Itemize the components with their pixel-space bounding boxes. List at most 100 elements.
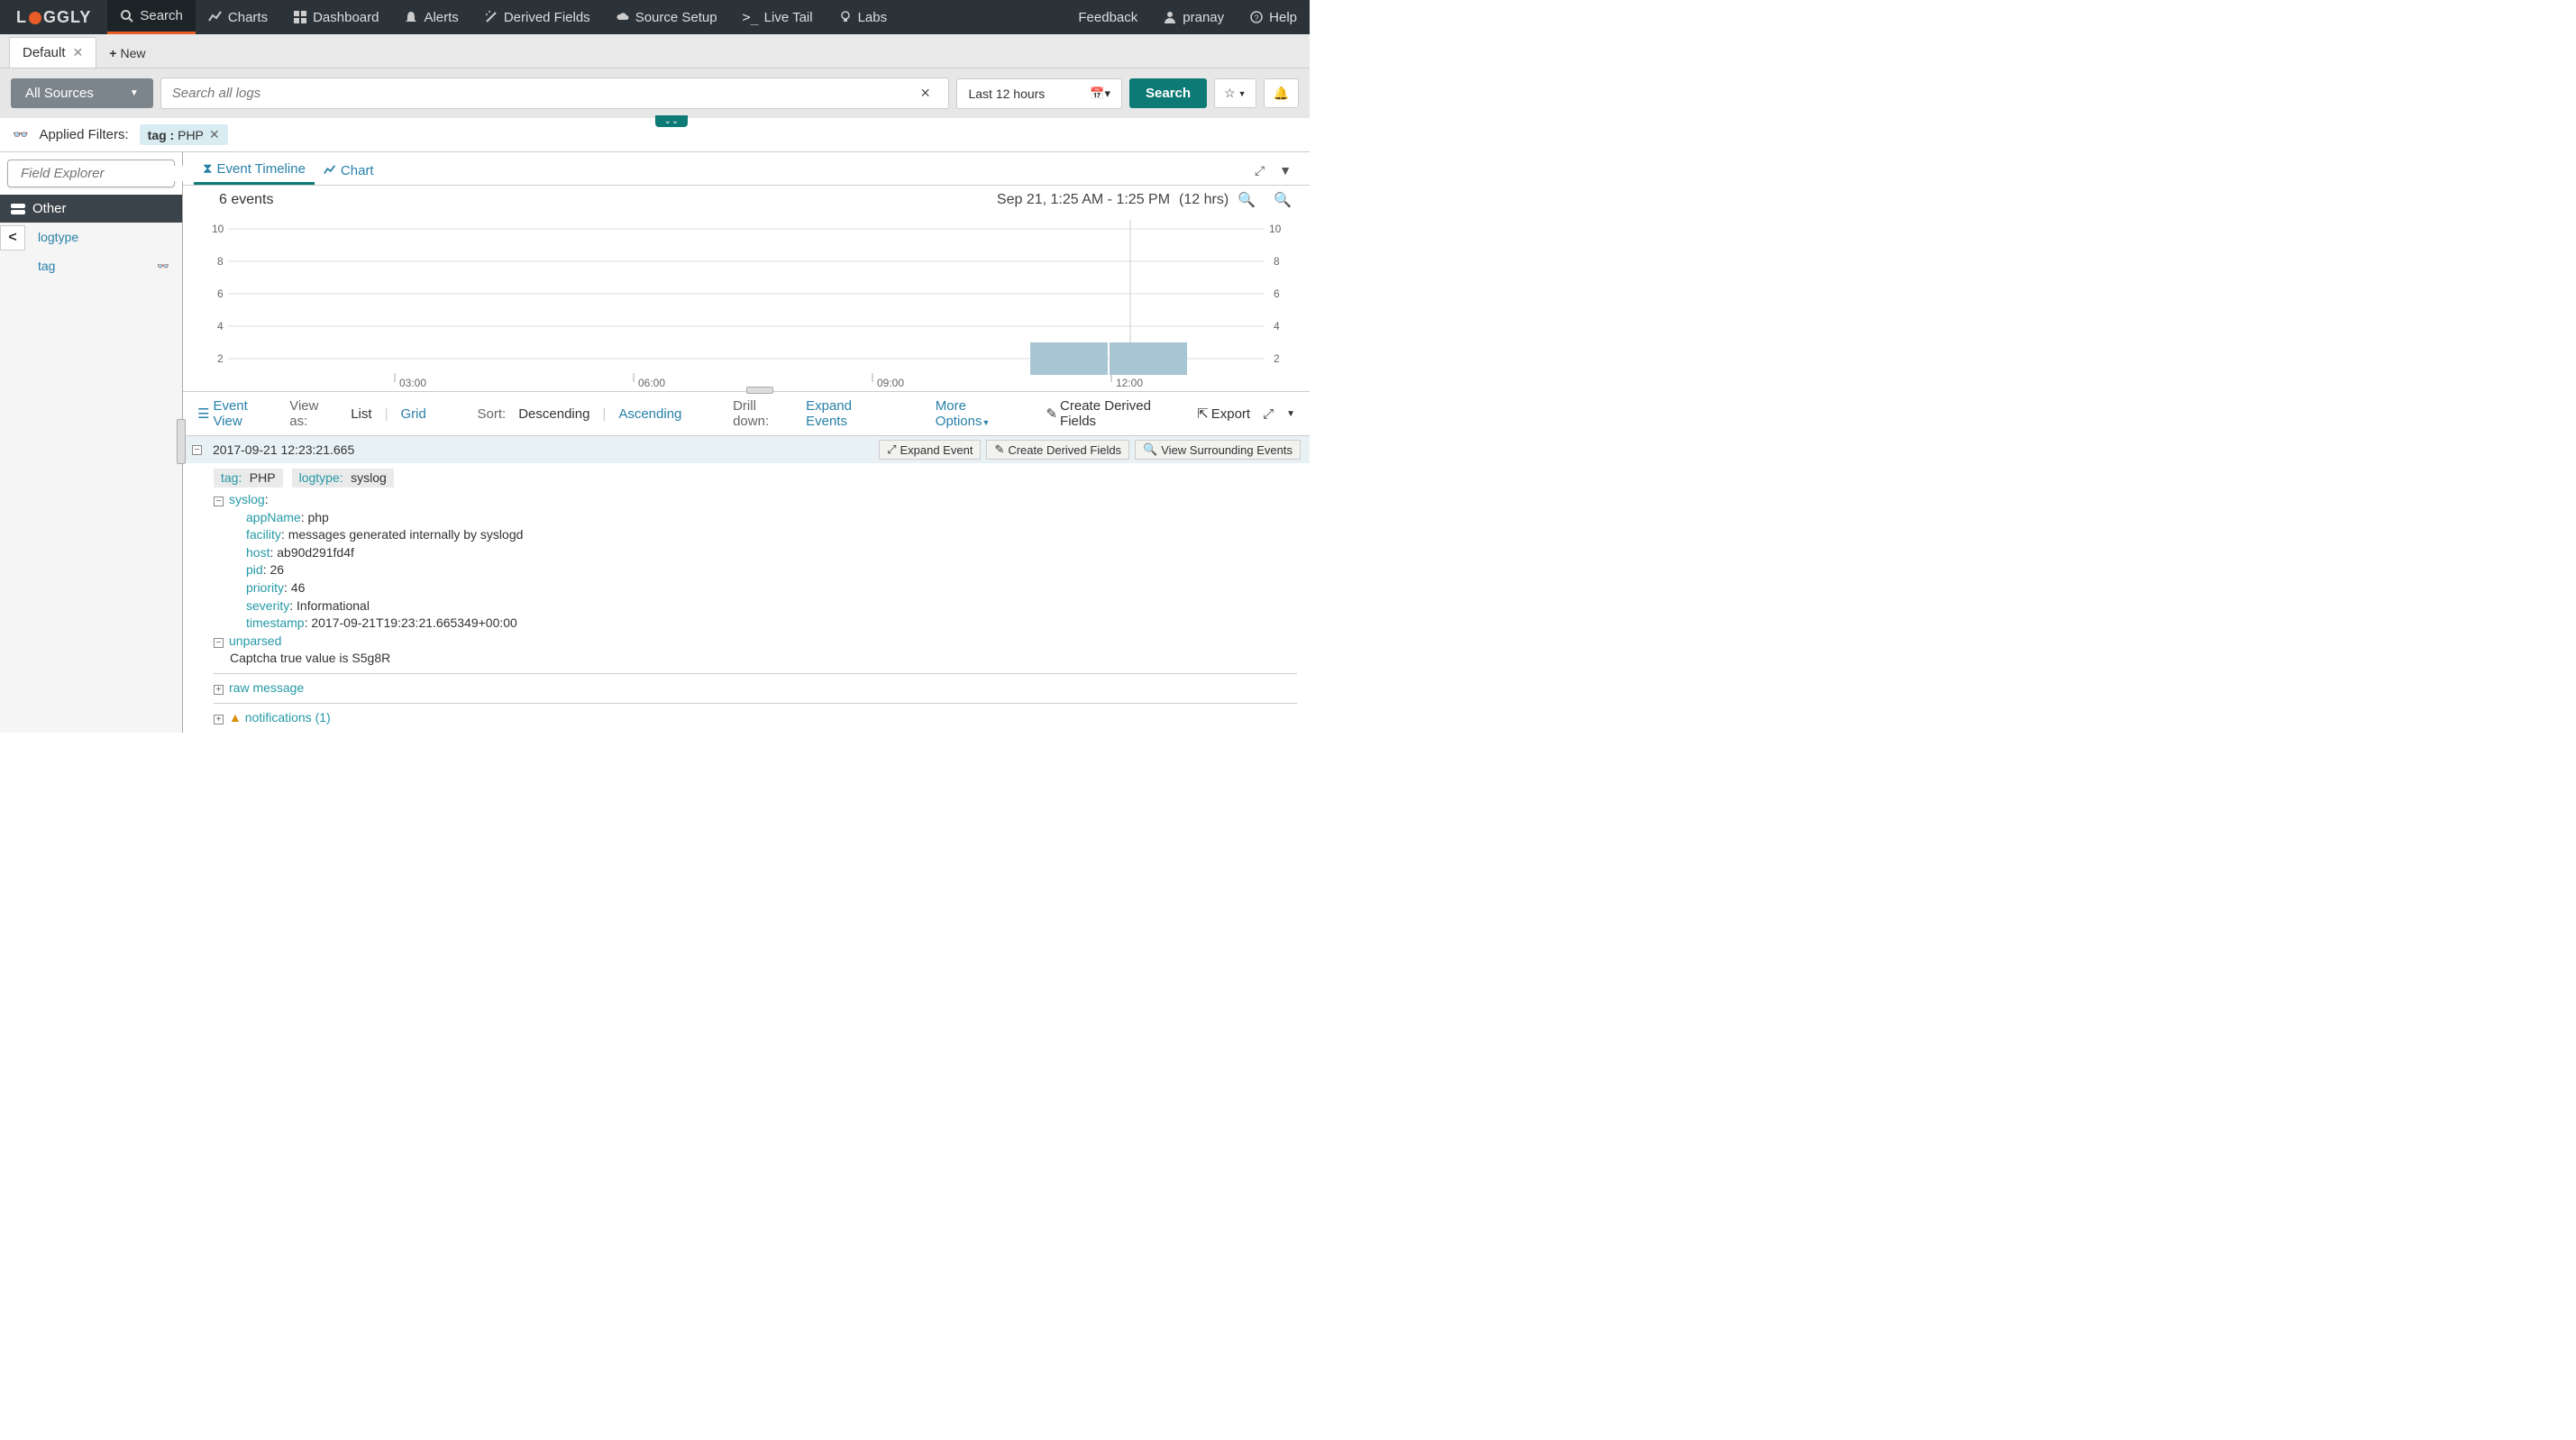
nav-livetail[interactable]: >_ Live Tail bbox=[730, 0, 826, 34]
tab-event-timeline[interactable]: ⧗ Event Timeline bbox=[194, 156, 315, 185]
create-derived-button[interactable]: ✎Create Derived Fields bbox=[986, 440, 1129, 460]
json-key[interactable]: appName bbox=[246, 510, 301, 524]
chevron-down-icon[interactable]: ▼ bbox=[1272, 159, 1299, 181]
json-key[interactable]: priority bbox=[246, 580, 284, 595]
clear-icon[interactable]: ✕ bbox=[913, 86, 938, 101]
event-count: 6 events bbox=[219, 192, 273, 208]
json-key[interactable]: timestamp bbox=[246, 615, 305, 630]
create-derived-fields[interactable]: ✎Create Derived Fields bbox=[1046, 398, 1184, 429]
tag-pill[interactable]: tag: PHP bbox=[214, 469, 283, 488]
search-box: ✕ bbox=[160, 77, 950, 109]
zoom-out-icon[interactable]: 🔍 bbox=[1238, 191, 1256, 209]
json-key[interactable]: unparsed bbox=[229, 633, 281, 648]
json-key[interactable]: facility bbox=[246, 527, 281, 542]
expand-icon[interactable]: + bbox=[214, 715, 224, 725]
json-key[interactable]: pid bbox=[246, 562, 263, 577]
tab-chart[interactable]: Chart bbox=[315, 158, 383, 184]
event-view-link[interactable]: ☰Event View bbox=[197, 398, 277, 429]
export-icon: ⇱ bbox=[1197, 406, 1209, 422]
json-value: ab90d291fd4f bbox=[277, 545, 354, 560]
svg-text:10: 10 bbox=[212, 223, 224, 235]
json-key[interactable]: syslog bbox=[229, 492, 265, 506]
raw-message-link[interactable]: raw message bbox=[229, 680, 304, 695]
bulb-icon bbox=[838, 10, 853, 24]
nav-derived[interactable]: Derived Fields bbox=[471, 0, 603, 34]
expand-events[interactable]: Expand Events bbox=[806, 398, 893, 429]
zoom-in-icon[interactable]: 🔍 bbox=[1274, 191, 1292, 209]
nav-label: Feedback bbox=[1078, 10, 1137, 25]
expand-event-button[interactable]: ⤢Expand Event bbox=[879, 440, 981, 460]
nav-alerts[interactable]: Alerts bbox=[391, 0, 470, 34]
resize-handle[interactable] bbox=[177, 419, 186, 464]
svg-text:06:00: 06:00 bbox=[638, 377, 665, 389]
expand-icon[interactable]: + bbox=[214, 685, 224, 695]
logtype-pill[interactable]: logtype: syslog bbox=[292, 469, 394, 488]
collapse-icon[interactable]: − bbox=[214, 638, 224, 648]
tab-label: Default bbox=[23, 45, 66, 60]
tab-default[interactable]: Default ✕ bbox=[9, 37, 96, 68]
nav-label: Help bbox=[1269, 10, 1297, 25]
view-grid[interactable]: Grid bbox=[400, 406, 425, 422]
new-tab-button[interactable]: + New bbox=[96, 39, 158, 68]
timeline-chart[interactable]: 1010 88 66 44 22 03:00 06:00 09:00 12:00 bbox=[183, 211, 1310, 391]
glasses-icon: 👓 bbox=[157, 260, 169, 272]
search-button[interactable]: Search bbox=[1129, 78, 1207, 108]
more-options[interactable]: More Options▼ bbox=[936, 398, 1021, 429]
resize-handle[interactable] bbox=[746, 387, 773, 394]
nav-help[interactable]: ? Help bbox=[1237, 0, 1310, 34]
other-header[interactable]: Other bbox=[0, 195, 182, 223]
cloud-icon bbox=[616, 10, 630, 24]
event-item: − 2017-09-21 12:23:21.665 ⤢Expand Event … bbox=[183, 436, 1310, 733]
search-input[interactable] bbox=[172, 86, 913, 101]
logo[interactable]: LGGLY bbox=[0, 0, 107, 34]
sort-desc[interactable]: Descending bbox=[518, 406, 589, 422]
tabs-row: Default ✕ + New bbox=[0, 34, 1310, 68]
json-value: 46 bbox=[291, 580, 306, 595]
view-list[interactable]: List bbox=[351, 406, 371, 422]
sidebar-item-tag[interactable]: tag 👓 bbox=[0, 251, 182, 280]
favorite-button[interactable]: ☆▼ bbox=[1214, 78, 1256, 108]
collapse-sidebar-button[interactable]: < bbox=[0, 225, 25, 251]
event-timestamp: 2017-09-21 12:23:21.665 bbox=[213, 442, 354, 457]
expand-icon[interactable]: ⤢ bbox=[1247, 159, 1272, 182]
chevron-down-icon[interactable]: ▼ bbox=[1286, 409, 1295, 419]
collapse-icon[interactable]: − bbox=[192, 445, 202, 455]
filter-tag[interactable]: tag : PHP ✕ bbox=[140, 124, 228, 145]
expand-icon[interactable]: ⤢ bbox=[1263, 406, 1274, 422]
collapse-icon[interactable]: − bbox=[214, 497, 224, 506]
drive-icon bbox=[11, 204, 25, 214]
field-explorer-input[interactable] bbox=[21, 166, 202, 181]
expand-search-icon[interactable]: ⌄⌄ bbox=[655, 115, 689, 127]
nav-search[interactable]: Search bbox=[107, 0, 196, 34]
notifications-link[interactable]: notifications (1) bbox=[245, 710, 331, 725]
json-value: Informational bbox=[297, 598, 370, 613]
nav-charts[interactable]: Charts bbox=[196, 0, 280, 34]
close-icon[interactable]: ✕ bbox=[73, 45, 84, 60]
nav-source[interactable]: Source Setup bbox=[603, 0, 730, 34]
list-icon: ☰ bbox=[197, 406, 209, 422]
chart-icon bbox=[324, 164, 336, 177]
sort-label: Sort: bbox=[478, 406, 507, 422]
json-value: php bbox=[307, 510, 328, 524]
chart-tabs: ⧗ Event Timeline Chart ⤢ ▼ bbox=[183, 152, 1310, 186]
nav-labs[interactable]: Labs bbox=[826, 0, 900, 34]
chevron-down-icon: ▼ bbox=[130, 88, 139, 98]
svg-text:8: 8 bbox=[217, 255, 224, 268]
sources-dropdown[interactable]: All Sources ▼ bbox=[11, 78, 153, 108]
json-value: Captcha true value is S5g8R bbox=[230, 651, 390, 665]
nav-feedback[interactable]: Feedback bbox=[1065, 0, 1150, 34]
sidebar: Other logtype tag 👓 bbox=[0, 152, 183, 733]
json-key[interactable]: severity bbox=[246, 598, 289, 613]
alert-button[interactable]: 🔔 bbox=[1264, 78, 1299, 108]
sidebar-item-logtype[interactable]: logtype bbox=[0, 223, 182, 251]
export-button[interactable]: ⇱Export bbox=[1197, 406, 1250, 422]
sort-asc[interactable]: Ascending bbox=[618, 406, 681, 422]
close-icon[interactable]: ✕ bbox=[209, 127, 220, 142]
nav-dashboard[interactable]: Dashboard bbox=[280, 0, 391, 34]
time-duration: (12 hrs) bbox=[1179, 192, 1229, 208]
json-key[interactable]: host bbox=[246, 545, 269, 560]
view-surrounding-button[interactable]: 🔍View Surrounding Events bbox=[1135, 440, 1301, 460]
nav-user[interactable]: pranay bbox=[1150, 0, 1237, 34]
time-range-dropdown[interactable]: Last 12 hours 📅▾ bbox=[956, 78, 1122, 109]
glasses-icon: 👓 bbox=[13, 127, 28, 142]
